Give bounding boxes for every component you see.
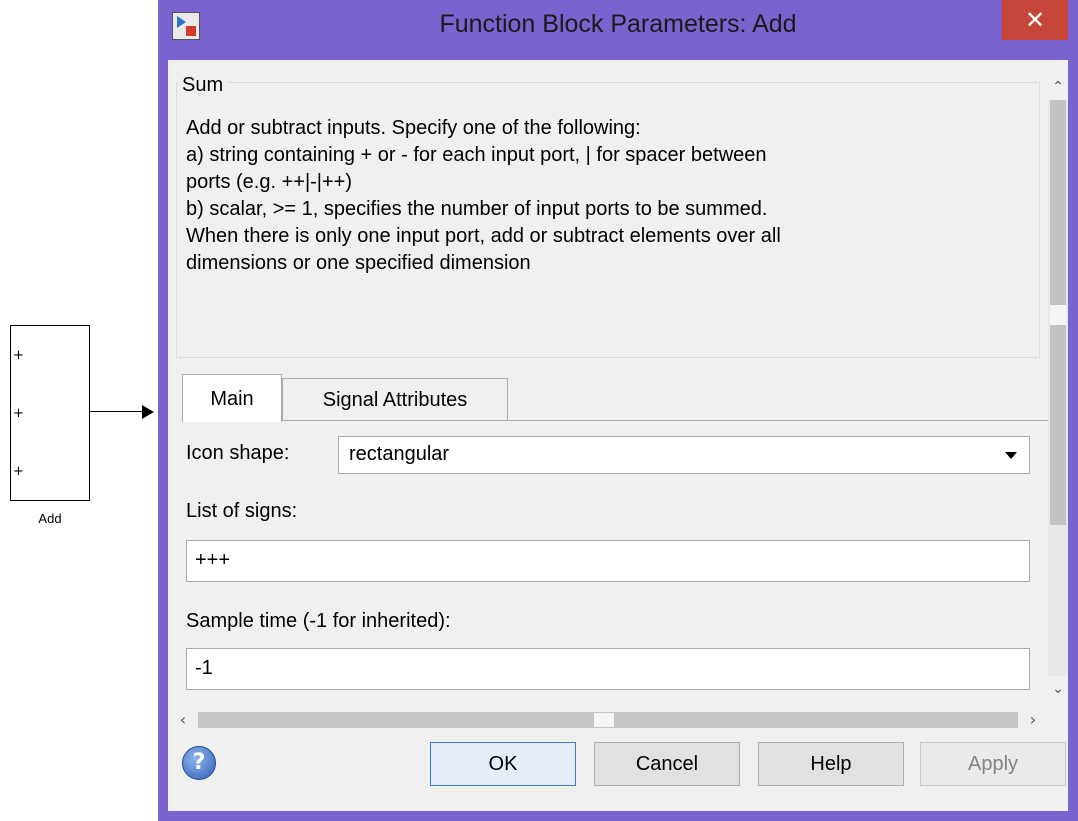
vertical-scrollbar[interactable]: ⌃ ⌄ [1048,74,1068,702]
input-port-sign-1: + [13,348,24,363]
scroll-down-icon[interactable]: ⌄ [1048,676,1068,702]
horizontal-scroll-thumb[interactable] [594,713,614,727]
help-icon[interactable]: ? [182,746,216,780]
horizontal-scroll-track[interactable] [198,712,1018,728]
description-line: a) string containing + or - for each inp… [186,144,767,166]
vertical-scroll-track[interactable] [1048,100,1068,676]
sample-time-value: -1 [195,657,213,679]
scroll-up-icon[interactable]: ⌃ [1048,74,1068,100]
block-name-label[interactable]: Add [10,511,90,526]
vertical-scroll-thumb[interactable] [1050,100,1066,525]
tab-signal-attributes[interactable]: Signal Attributes [282,378,508,420]
sample-time-label: Sample time (-1 for inherited): [186,610,451,632]
description-line: Add or subtract inputs. Specify one of t… [186,117,641,139]
dialog-title: Function Block Parameters: Add [439,10,797,38]
ok-button[interactable]: OK [430,742,576,786]
cancel-button[interactable]: Cancel [594,742,740,786]
icon-shape-label: Icon shape: [186,442,290,464]
list-of-signs-label: List of signs: [186,500,298,522]
close-button[interactable]: ✕ [1002,0,1068,40]
add-block[interactable]: + + + [10,325,90,501]
help-button[interactable]: Help [758,742,904,786]
scroll-right-icon[interactable]: › [1020,710,1046,730]
title-bar[interactable]: Function Block Parameters: Add ✕ [158,0,1078,60]
output-signal-line[interactable] [90,411,142,412]
sample-time-input[interactable]: -1 [186,648,1030,690]
icon-shape-select[interactable]: rectangular [338,436,1030,474]
dialog-client-area: Sum Add or subtract inputs. Specify one … [168,60,1068,811]
icon-shape-value: rectangular [349,443,450,465]
description-line: b) scalar, >= 1, specifies the number of… [186,198,768,220]
function-block-parameters-dialog: Function Block Parameters: Add ✕ Sum Add… [158,0,1078,821]
horizontal-scrollbar[interactable]: ‹ › [168,710,1048,730]
list-of-signs-value: +++ [195,549,231,571]
parameters-scroll-area: Sum Add or subtract inputs. Specify one … [168,60,1048,710]
description-line: When there is only one input port, add o… [186,225,781,247]
input-port-sign-2: + [13,406,24,421]
input-port-sign-3: + [13,464,24,479]
output-arrow-icon [142,405,154,419]
tab-main[interactable]: Main [182,374,282,422]
group-title: Sum [178,74,228,97]
apply-button[interactable]: Apply [920,742,1066,786]
description-line: ports (e.g. ++|-|++) [186,171,353,193]
list-of-signs-input[interactable]: +++ [186,540,1030,582]
block-description: Add or subtract inputs. Specify one of t… [186,115,1036,277]
chevron-down-icon[interactable] [1005,452,1017,459]
scroll-left-icon[interactable]: ‹ [170,710,196,730]
description-line: dimensions or one specified dimension [186,252,531,274]
